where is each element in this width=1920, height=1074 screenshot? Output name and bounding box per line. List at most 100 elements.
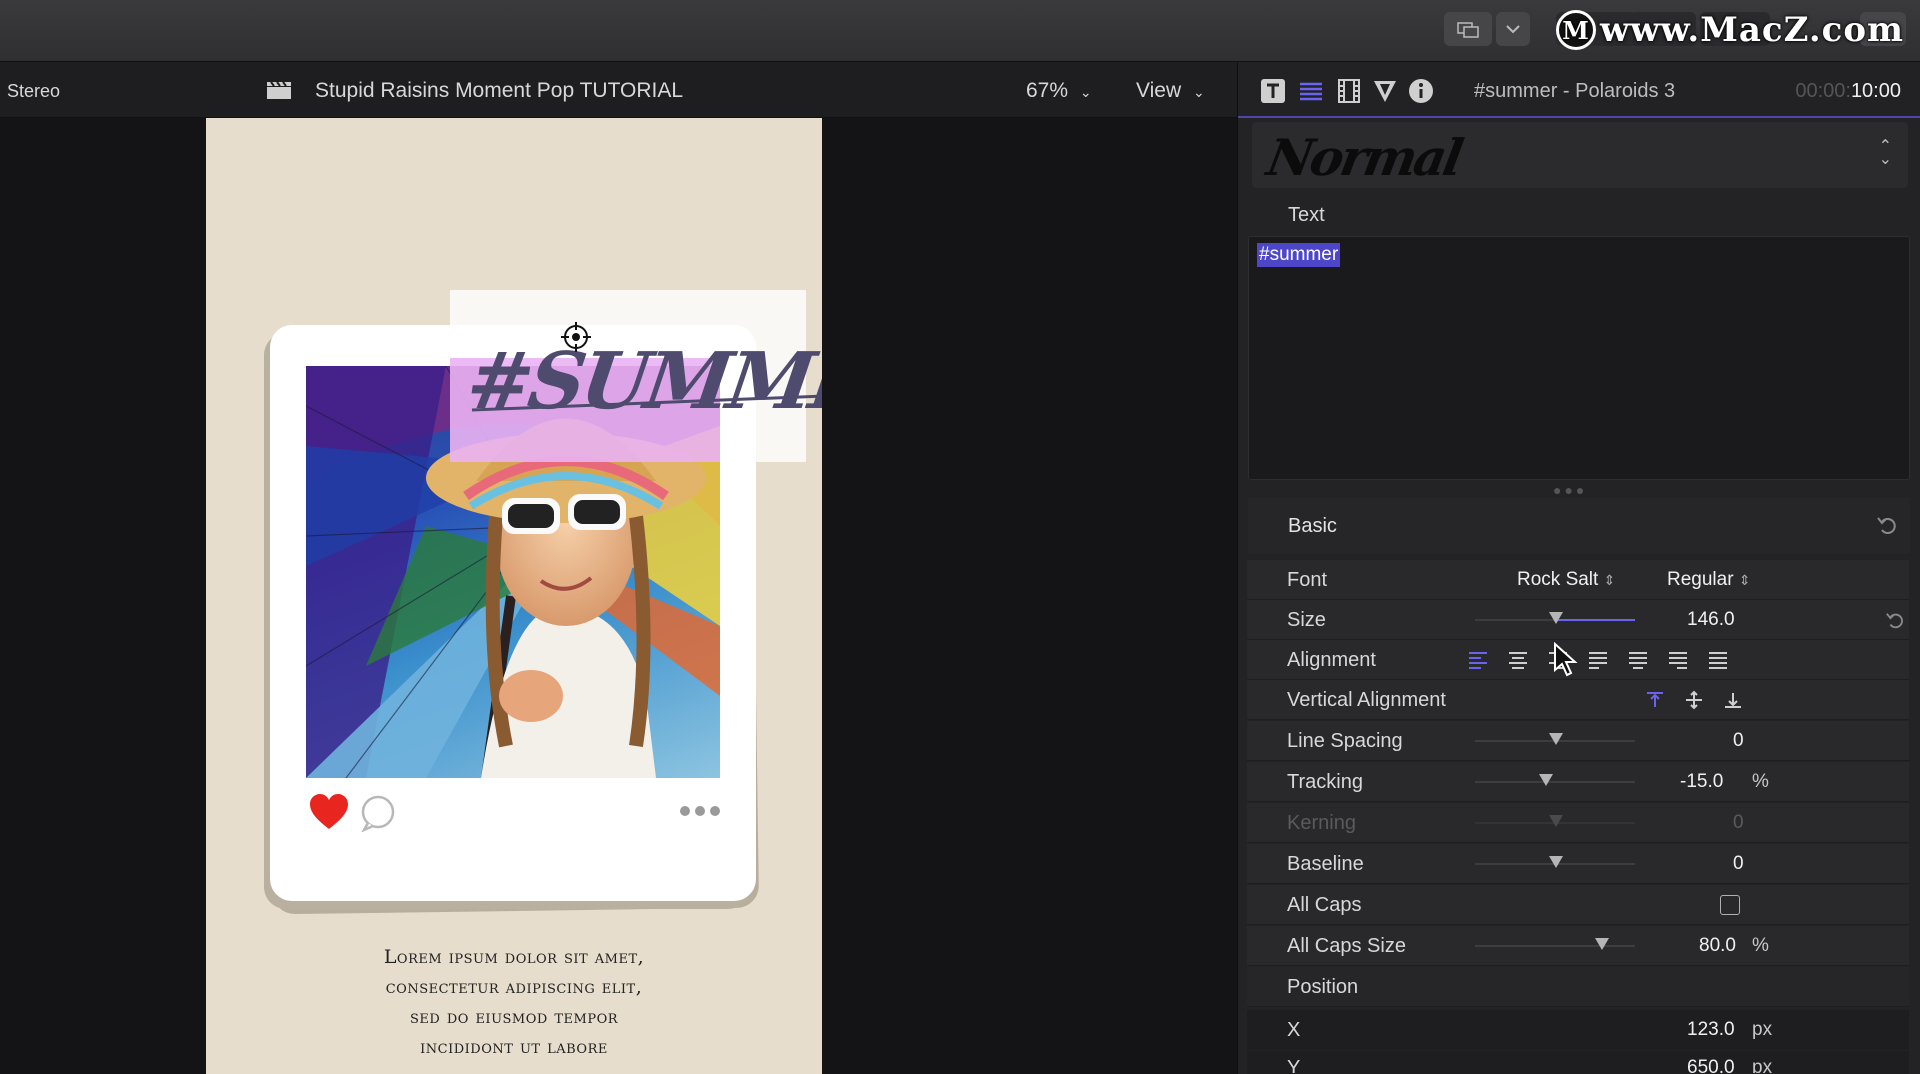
x-value[interactable]: 123.0 <box>1687 1019 1735 1041</box>
justify-full-icon[interactable] <box>1707 650 1729 670</box>
preset-name: Normal <box>1262 128 1465 187</box>
caption-line: sed do eiusmod tempor <box>409 1006 619 1028</box>
timecode-value: 10:00 <box>1850 80 1901 102</box>
chevron-down-icon: ⌄ <box>1192 84 1205 100</box>
tracking-row: Tracking -15.0 % <box>1247 762 1909 802</box>
baseline-label: Baseline <box>1287 853 1364 875</box>
watermark-text: www.MacZ.com <box>1600 10 1905 50</box>
video-inspector-icon[interactable] <box>1336 78 1362 104</box>
heart-icon[interactable] <box>308 793 350 831</box>
view-menu[interactable]: View ⌄ <box>1136 79 1205 103</box>
stepper-icon: ⇕ <box>1738 572 1751 588</box>
size-value[interactable]: 146.0 <box>1687 609 1735 631</box>
inspector-header: #summer - Polaroids 3 00:00:10:00 <box>1238 62 1920 118</box>
layout-icon <box>1457 22 1479 38</box>
align-center-icon[interactable] <box>1507 650 1529 670</box>
valign-middle-icon[interactable] <box>1683 690 1705 710</box>
text-style-preset[interactable]: Normal ⌃ ⌄ <box>1252 122 1908 188</box>
all-caps-checkbox[interactable] <box>1720 895 1740 915</box>
tracking-value[interactable]: -15.0 <box>1680 771 1723 793</box>
kerning-slider <box>1475 815 1635 827</box>
baseline-value[interactable]: 0 <box>1733 853 1744 875</box>
slider-knob[interactable] <box>1595 938 1609 950</box>
stepper-icon: ⇕ <box>1603 572 1616 588</box>
vertical-alignment-label: Vertical Alignment <box>1287 689 1446 711</box>
basic-section-title: Basic <box>1288 515 1337 537</box>
slider-knob[interactable] <box>1549 856 1563 868</box>
caption-line: incididont ut labore <box>420 1036 608 1058</box>
basic-section-header[interactable]: Basic <box>1248 498 1910 554</box>
audio-mode-label: Stereo <box>7 81 61 101</box>
font-family-value: Rock Salt <box>1517 569 1599 590</box>
baseline-slider[interactable] <box>1475 856 1635 868</box>
slider-knob[interactable] <box>1539 774 1553 786</box>
lorem-caption: Lorem ipsum dolor sit amet, consectetur … <box>206 942 822 1062</box>
line-spacing-value[interactable]: 0 <box>1733 730 1744 752</box>
mouse-cursor-icon <box>1554 642 1578 677</box>
alignment-label: Alignment <box>1287 649 1376 671</box>
comment-bubble-icon[interactable] <box>358 794 398 832</box>
more-dots-icon[interactable] <box>678 804 722 818</box>
project-title: Stupid Raisins Moment Pop TUTORIAL <box>315 79 684 102</box>
window-layout-button[interactable] <box>1444 12 1492 46</box>
reset-icon[interactable] <box>1876 514 1898 536</box>
viewer: #SUMMER Lorem ipsum dolor sit amet, cons… <box>0 118 1237 1074</box>
title-inspector-icon[interactable] <box>1298 78 1324 104</box>
tracking-unit: % <box>1752 771 1769 792</box>
text-value[interactable]: #summer <box>1257 243 1341 267</box>
all-caps-size-value[interactable]: 80.0 <box>1699 935 1736 957</box>
size-label: Size <box>1287 609 1326 631</box>
justify-left-icon[interactable] <box>1587 650 1609 670</box>
all-caps-size-slider[interactable] <box>1475 938 1635 950</box>
watermark-logo: M <box>1556 10 1596 50</box>
justify-center-icon[interactable] <box>1627 650 1649 670</box>
all-caps-label: All Caps <box>1287 894 1362 916</box>
position-row[interactable]: Position <box>1247 967 1909 1007</box>
justify-right-icon[interactable] <box>1667 650 1689 670</box>
watermark: M www.MacZ.com <box>1556 8 1904 52</box>
font-style-value: Regular <box>1667 569 1734 590</box>
title-underline <box>471 394 822 412</box>
all-caps-size-label: All Caps Size <box>1287 935 1406 957</box>
line-spacing-row: Line Spacing 0 <box>1247 721 1909 761</box>
color-inspector-icon[interactable] <box>1372 78 1398 104</box>
size-slider-knob[interactable] <box>1549 612 1563 624</box>
all-caps-row: All Caps <box>1247 885 1909 925</box>
align-left-icon[interactable] <box>1467 650 1489 670</box>
crosshair-target-icon[interactable] <box>561 322 591 352</box>
valign-top-icon[interactable] <box>1644 690 1666 710</box>
vertical-alignment-row: Vertical Alignment <box>1247 680 1909 720</box>
valign-bottom-icon[interactable] <box>1722 690 1744 710</box>
line-spacing-label: Line Spacing <box>1287 730 1403 752</box>
y-row: Y 650.0 px <box>1247 1051 1909 1074</box>
layout-menu-button[interactable] <box>1496 12 1530 46</box>
tracking-label: Tracking <box>1287 771 1363 793</box>
y-value[interactable]: 650.0 <box>1687 1057 1735 1073</box>
size-slider-fill <box>1555 619 1635 621</box>
video-canvas[interactable]: #SUMMER Lorem ipsum dolor sit amet, cons… <box>206 118 822 1074</box>
line-spacing-slider[interactable] <box>1475 733 1635 745</box>
zoom-menu[interactable]: 67% ⌄ <box>1026 79 1092 103</box>
font-style-popup[interactable]: Regular ⇕ <box>1667 569 1751 591</box>
x-unit: px <box>1752 1019 1773 1040</box>
text-inspector-icon[interactable] <box>1260 78 1286 104</box>
top-toolbar: M www.MacZ.com <box>0 0 1920 62</box>
caption-line: Lorem ipsum dolor sit amet, <box>383 946 645 968</box>
slider-knob[interactable] <box>1549 733 1563 745</box>
font-family-popup[interactable]: Rock Salt ⇕ <box>1517 569 1615 591</box>
x-row: X 123.0 px <box>1247 1010 1909 1050</box>
info-icon[interactable] <box>1408 78 1434 104</box>
stepper-icon[interactable]: ⌃ ⌄ <box>1879 139 1892 168</box>
inspector-title: #summer - Polaroids 3 <box>1474 80 1676 102</box>
kerning-value: 0 <box>1733 812 1744 833</box>
resize-grip[interactable]: ●●● <box>1553 482 1587 498</box>
slider-knob <box>1549 815 1563 827</box>
clapper-icon <box>267 81 291 99</box>
text-field[interactable]: #summer <box>1248 236 1910 480</box>
reset-icon[interactable] <box>1885 610 1905 630</box>
size-slider[interactable] <box>1475 612 1635 624</box>
tracking-slider[interactable] <box>1475 774 1635 786</box>
all-caps-size-unit: % <box>1752 935 1769 956</box>
kerning-label: Kerning <box>1287 812 1356 834</box>
clip-duration: 00:00:10:00 <box>1795 80 1901 103</box>
